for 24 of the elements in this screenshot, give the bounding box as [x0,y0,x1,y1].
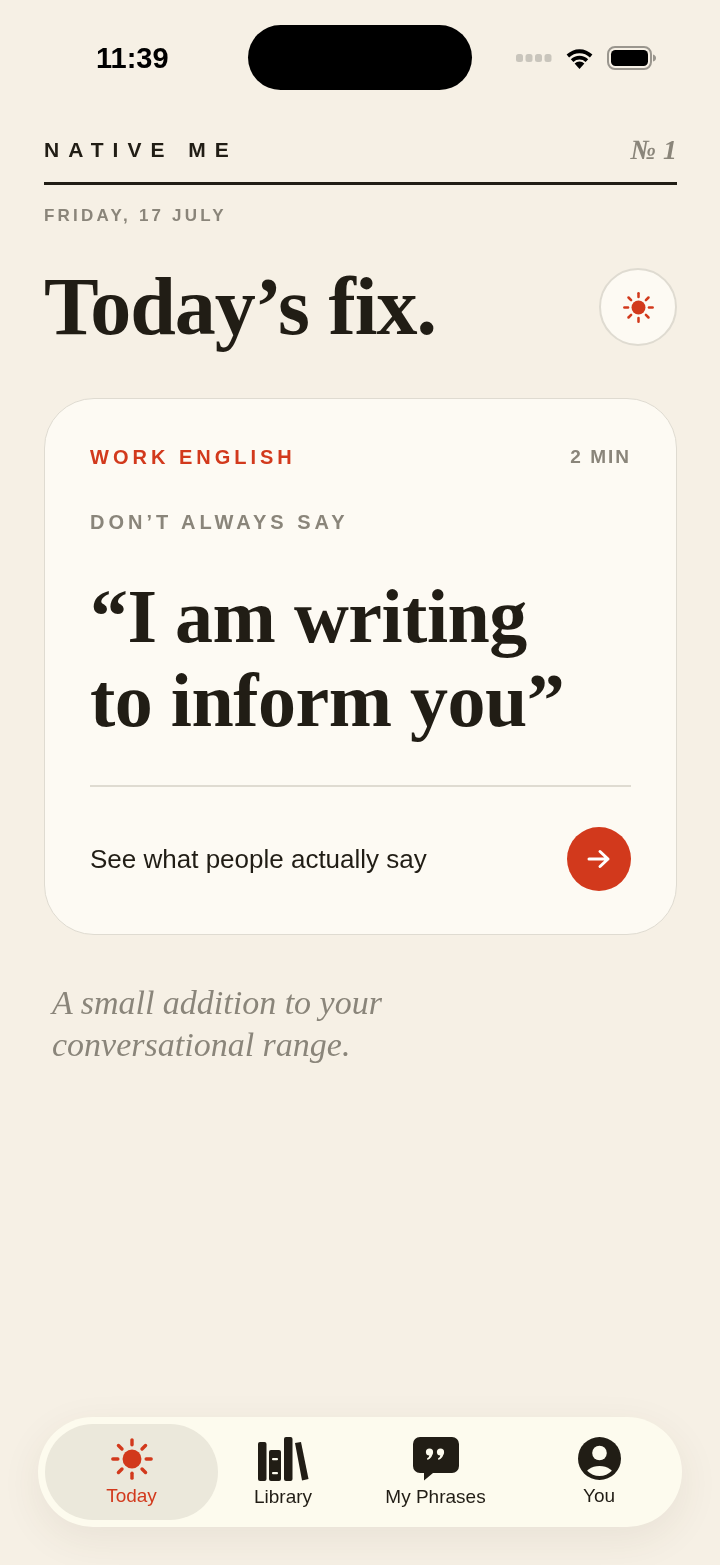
arrow-right-icon [587,849,611,869]
tab[interactable]: You [523,1424,675,1520]
battery-icon [607,45,656,70]
tab[interactable]: Library [218,1424,348,1520]
profile-icon [577,1437,621,1480]
sun-icon [110,1437,153,1480]
page-title: Today’s fix. [44,262,437,352]
category-label: WORK ENGLISH [90,445,296,469]
app-title: NATIVE ME [44,137,238,163]
status-time: 11:39 [96,40,169,75]
phrase-text: “I am writing to inform you” [90,574,566,742]
wifi-icon [564,46,595,69]
signal-dots-icon [516,53,552,62]
sun-icon [622,291,654,323]
date-label: FRIDAY, 17 JULY [44,206,228,226]
tab[interactable]: Today [45,1424,218,1520]
tagline-text: A small addition to your conversational range. [52,983,383,1065]
issue-number: № 1 [630,135,677,165]
duration-label: 2 MIN [570,445,631,469]
eyebrow-label: DON’T ALWAYS SAY [90,510,350,534]
quote-bubble-icon [412,1436,459,1481]
books-icon [257,1436,309,1481]
prompt-text: See what people actually say [90,843,427,875]
tab[interactable]: My Phrases [348,1424,523,1520]
